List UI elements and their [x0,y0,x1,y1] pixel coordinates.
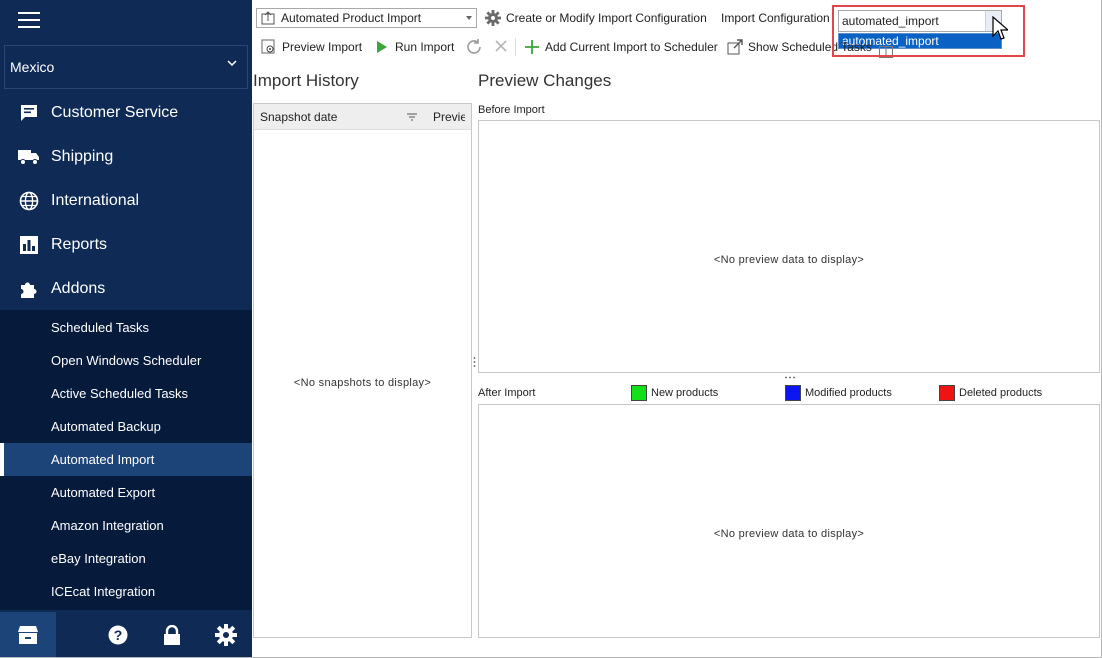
sub-item-automated-export[interactable]: Automated Export [0,476,252,509]
store-icon [18,626,38,644]
addons-submenu: Scheduled Tasks Open Windows Scheduler A… [0,310,252,610]
preview-changes-title: Preview Changes [478,71,612,90]
nav-addons[interactable]: Addons [0,267,252,311]
legend-swatch-blue [785,385,801,401]
refresh-icon [467,39,481,54]
gear-icon [485,10,501,26]
after-import-preview: <No preview data to display> [478,404,1100,638]
import-history-grid: Snapshot date Preview <No snapshots to d… [253,103,472,638]
nav-label: Customer Service [51,104,179,121]
legend-swatch-red [939,385,955,401]
nav-label: Reports [51,236,108,253]
sub-item-scheduled-tasks[interactable]: Scheduled Tasks [0,311,252,344]
run-import-label: Run Import [395,40,455,54]
preview-icon [261,39,277,55]
play-icon [374,39,390,55]
legend-deleted-products: Deleted products [939,385,1042,401]
puzzle-icon [18,278,40,300]
chat-icon [18,102,40,124]
legend-label: Modified products [805,387,892,399]
legend-label: New products [651,387,719,399]
globe-icon [18,190,40,212]
truck-icon [18,146,40,168]
splitter-handle[interactable] [784,376,796,379]
mouse-cursor-icon [992,16,1008,40]
sub-item-automated-import[interactable]: Automated Import [0,443,252,476]
add-to-scheduler-label: Add Current Import to Scheduler [545,40,718,54]
sub-item-icecat-integration[interactable]: ICEcat Integration [0,575,252,608]
legend-modified-products: Modified products [785,385,892,401]
configure-import-label: Create or Modify Import Configuration [506,11,707,25]
splitter-handle[interactable] [473,356,476,368]
lock-button[interactable] [158,612,186,658]
store-button[interactable] [0,612,56,658]
sub-item-active-scheduled-tasks[interactable]: Active Scheduled Tasks [0,377,252,410]
nav-customer-service[interactable]: Customer Service [0,91,252,135]
import-type-select[interactable]: Automated Product Import [256,8,477,28]
after-import-label: After Import [478,387,536,399]
help-icon: ? [108,625,128,645]
after-empty-message: <No preview data to display> [713,528,865,540]
preview-import-label: Preview Import [282,40,363,54]
refresh-button[interactable] [465,38,483,56]
configure-import-button[interactable]: Create or Modify Import Configuration [485,10,707,26]
sort-icon[interactable] [407,113,417,121]
grid-header: Snapshot date Preview [254,104,471,130]
sidebar: Mexico Customer Service Shipping Interna… [0,0,252,658]
external-link-icon [727,39,743,55]
nav-reports[interactable]: Reports [0,223,252,267]
legend-new-products: New products [631,385,718,401]
nav-shipping[interactable]: Shipping [0,135,252,179]
cancel-button[interactable] [494,39,508,53]
legend-label: Deleted products [959,387,1043,399]
dropdown-arrow-icon [466,16,472,20]
col-preview[interactable]: Preview [433,110,465,124]
history-empty-message: <No snapshots to display> [293,377,432,389]
sub-item-automated-backup[interactable]: Automated Backup [0,410,252,443]
col-snapshot-date[interactable]: Snapshot date [260,110,337,124]
sidebar-bottom-bar: ? [0,612,252,658]
import-history-title: Import History [253,71,359,90]
gear-icon [215,624,237,646]
sub-item-open-windows-scheduler[interactable]: Open Windows Scheduler [0,344,252,377]
before-import-preview: <No preview data to display> [478,120,1100,373]
settings-button[interactable] [212,612,240,658]
chevron-down-icon [227,60,237,67]
nav-label: International [51,192,140,209]
toolbar-divider [515,38,516,56]
import-icon [261,11,275,25]
plus-icon [524,39,540,55]
before-import-label: Before Import [478,104,545,116]
nav-label: Shipping [51,148,114,165]
lock-icon [164,625,180,645]
add-to-scheduler-button[interactable]: Add Current Import to Scheduler [524,39,718,55]
store-selector[interactable]: Mexico [4,45,248,89]
menu-icon[interactable] [18,12,40,30]
sub-item-ebay-integration[interactable]: eBay Integration [0,542,252,575]
import-type-value: Automated Product Import [281,11,422,25]
help-button[interactable]: ? [104,612,132,658]
legend-swatch-green [631,385,647,401]
before-empty-message: <No preview data to display> [713,254,865,266]
preview-import-button[interactable]: Preview Import [261,39,362,55]
nav-international[interactable]: International [0,179,252,223]
import-configuration-label: Import Configuration [721,11,830,25]
svg-text:?: ? [114,627,123,643]
close-icon [495,40,507,52]
store-selector-value: Mexico [10,59,55,75]
run-import-button[interactable]: Run Import [374,39,454,55]
sub-item-amazon-integration[interactable]: Amazon Integration [0,509,252,542]
chart-icon [18,234,40,256]
nav-label: Addons [51,280,106,297]
